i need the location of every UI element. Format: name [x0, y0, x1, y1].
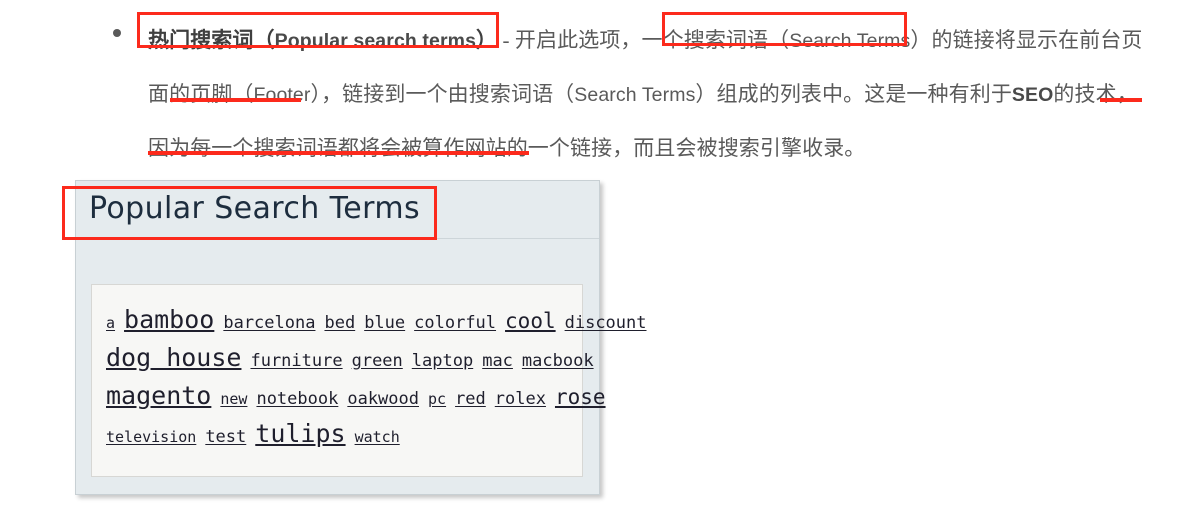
tag-link[interactable]: cool [505, 302, 556, 340]
paragraph-text-3: ），链接到一个由搜索词语（ [310, 82, 575, 106]
tag-cloud-row: a bamboo barcelona bed blue colorful cool disco… [106, 301, 647, 342]
tag-link[interactable]: bamboo [124, 301, 214, 339]
tag-link[interactable]: blue [364, 304, 405, 342]
paragraph-search-terms-en-2: Search Terms [574, 84, 696, 106]
tag-link[interactable]: barcelona [223, 304, 315, 342]
tag-link[interactable]: new [220, 380, 247, 418]
tag-link[interactable]: notebook [256, 380, 338, 418]
tag-link[interactable]: discount [565, 304, 647, 342]
paren-close-1: ） [476, 28, 498, 52]
tag-link[interactable]: green [352, 342, 403, 380]
paren-open-1: （ [253, 28, 275, 52]
tag-link[interactable]: macbook [522, 342, 594, 380]
tag-cloud-row: magento new notebook oakwood pc red rolex rose [106, 377, 606, 418]
paragraph-seo-en: SEO [1011, 84, 1054, 106]
paragraph-text-1: - 开启此选项，一个搜索词语（ [497, 28, 790, 52]
tag-cloud: a bamboo barcelona bed blue colorful cool disco… [106, 301, 647, 453]
tag-link[interactable]: magento [106, 377, 211, 415]
tag-link[interactable]: oakwood [347, 380, 419, 418]
tag-link[interactable]: laptop [412, 342, 473, 380]
tag-link[interactable]: television [106, 418, 196, 456]
tag-link[interactable]: bed [324, 304, 355, 342]
tag-link[interactable]: watch [355, 418, 400, 456]
tag-link[interactable]: tulips [255, 415, 345, 453]
paragraph-term-label: 热门搜索词 [148, 28, 254, 52]
tag-link[interactable]: dog house [106, 339, 241, 377]
tag-link[interactable]: rose [555, 378, 606, 416]
tag-link[interactable]: rolex [495, 380, 546, 418]
paragraph-popular-search-terms: 热门搜索词（Popular search terms） - 开启此选项，一个搜索… [148, 14, 1148, 175]
tag-link[interactable]: pc [428, 380, 446, 418]
list-bullet-icon [113, 29, 121, 37]
widget-title: Popular Search Terms [89, 191, 420, 226]
tag-cloud-row: dog house furniture green laptop mac macbook [106, 339, 594, 380]
paragraph-text-4: ）组成的列表中。这是一种有利于 [695, 82, 1012, 106]
widget-header: Popular Search Terms [76, 181, 599, 239]
tag-link[interactable]: furniture [250, 342, 342, 380]
popular-search-terms-widget: Popular Search Terms a bamboo barcelona bed… [75, 180, 647, 495]
tag-link[interactable]: colorful [414, 304, 496, 342]
tag-link[interactable]: red [455, 380, 486, 418]
paragraph-search-terms-en-1: Search Terms [789, 30, 911, 52]
tag-cloud-frame: a bamboo barcelona bed blue colorful cool disco… [91, 284, 647, 477]
tag-link[interactable]: test [205, 418, 246, 456]
paragraph-term-label-en: Popular search terms [274, 30, 477, 52]
tag-cloud-row: television test tulips watch [106, 415, 568, 453]
paragraph-footer-en: Footer [253, 84, 311, 106]
tag-link[interactable]: a [106, 304, 115, 342]
tag-link[interactable]: mac [482, 342, 513, 380]
